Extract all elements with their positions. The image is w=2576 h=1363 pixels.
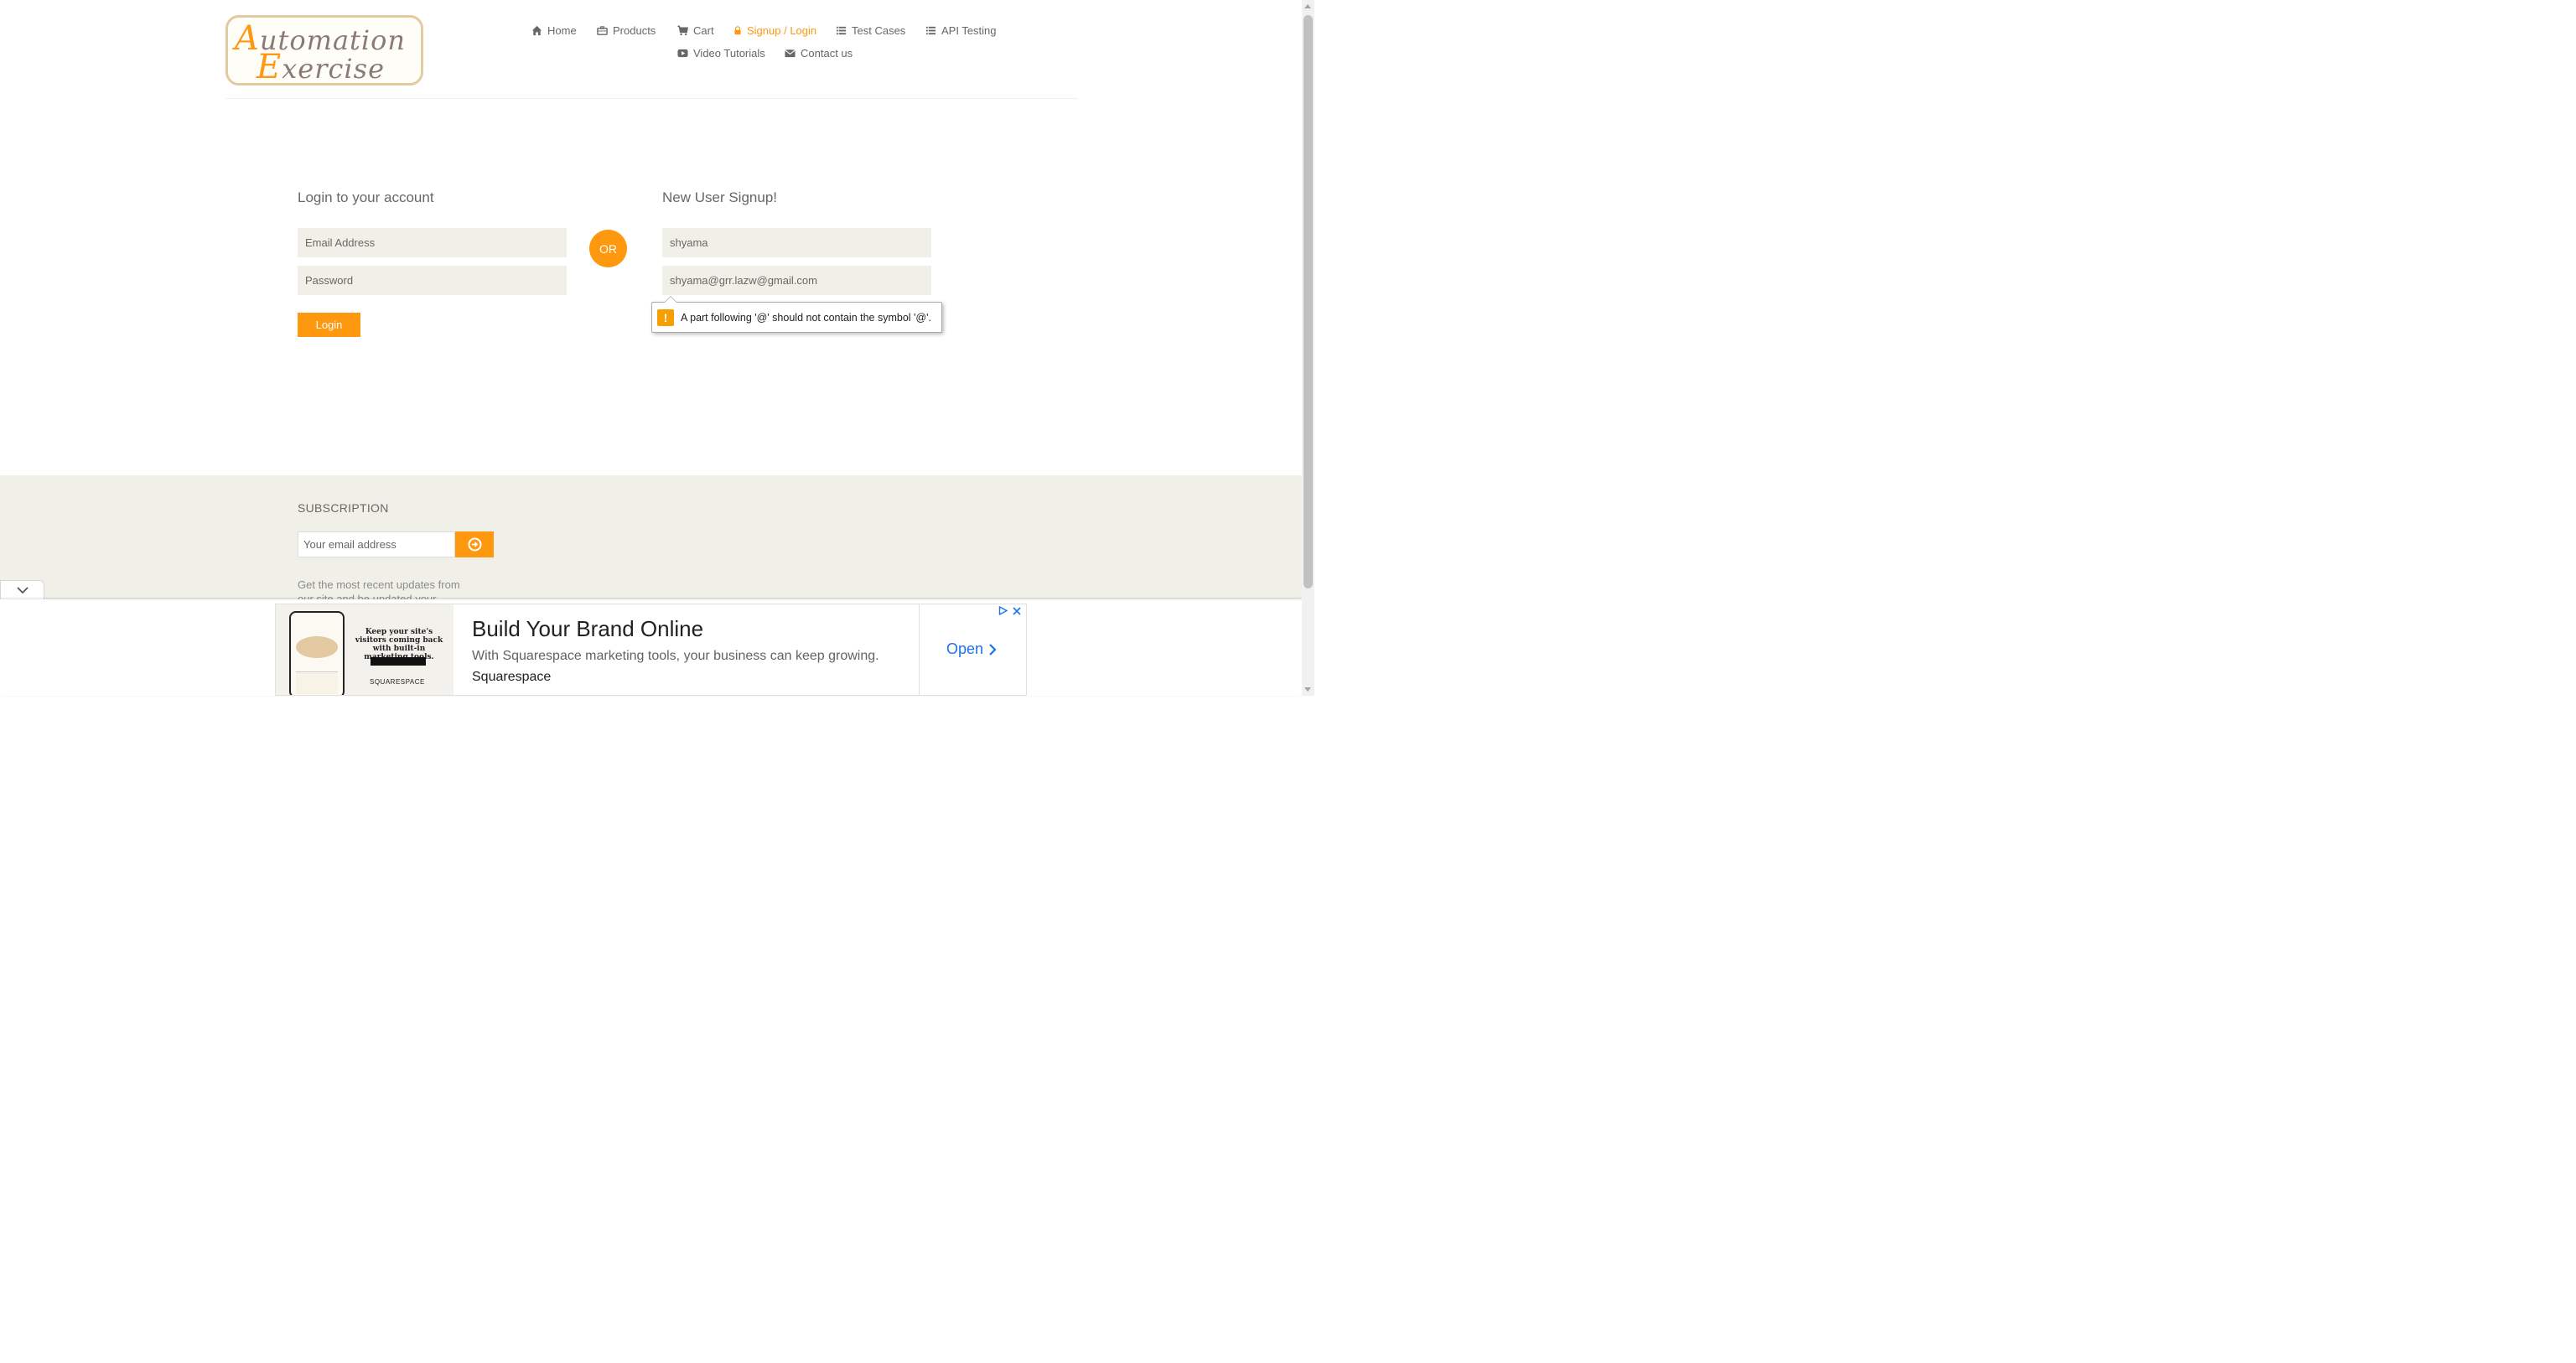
chevron-down-icon [16, 587, 29, 594]
logo-word-exercise: Exercise [257, 48, 385, 86]
ad-open-label: Open [946, 640, 984, 657]
subscribe-button[interactable] [455, 531, 494, 557]
site-logo[interactable]: Automation Exercise [225, 15, 423, 86]
nav-contact-us-label: Contact us [801, 47, 853, 60]
nav-test-cases[interactable]: Test Cases [836, 24, 905, 37]
login-email-input[interactable] [298, 228, 567, 257]
signup-name-input[interactable] [662, 228, 931, 257]
footer [0, 475, 1302, 599]
login-title: Login to your account [298, 189, 434, 205]
scroll-thumb[interactable] [1304, 15, 1313, 588]
subscription-email-input[interactable] [298, 531, 455, 557]
ad-open-button[interactable]: Open [946, 640, 997, 658]
nav-cart[interactable]: Cart [677, 24, 714, 37]
phone-mockup [289, 611, 345, 695]
briefcase-icon [597, 26, 608, 35]
signup-title: New User Signup! [662, 189, 778, 205]
nav-api-testing[interactable]: API Testing [925, 24, 997, 37]
ad-banner: Keep your site's visitors coming back wi… [0, 599, 1302, 696]
validation-message: A part following '@' should not contain … [681, 311, 931, 324]
nav-video-tutorials-label: Video Tutorials [693, 47, 765, 60]
nav-products[interactable]: Products [597, 24, 656, 37]
ad-image-brand: SQUARESPACE [370, 678, 425, 686]
home-icon [531, 25, 542, 36]
validation-tooltip: ! A part following '@' should not contai… [651, 296, 942, 333]
ad-choices[interactable] [998, 606, 1021, 615]
nav-contact-us[interactable]: Contact us [785, 47, 853, 60]
header-divider [225, 98, 1078, 99]
page-scrollbar[interactable] [1302, 0, 1314, 696]
login-password-input[interactable] [298, 266, 567, 295]
nav-video-tutorials[interactable]: Video Tutorials [677, 47, 765, 60]
lock-icon [734, 26, 741, 35]
list-icon [925, 26, 936, 35]
warning-icon: ! [657, 308, 674, 326]
nav-home-label: Home [547, 24, 577, 37]
signup-email-input[interactable] [662, 266, 931, 295]
nav-test-cases-label: Test Cases [852, 24, 906, 37]
nav-cart-label: Cart [693, 24, 714, 37]
ad-advertiser: Squarespace [472, 670, 552, 684]
cart-icon [677, 25, 688, 36]
adchoices-icon[interactable] [998, 606, 1008, 615]
youtube-play-icon [677, 49, 688, 58]
scroll-down-arrow[interactable] [1304, 687, 1311, 692]
scroll-up-arrow[interactable] [1304, 4, 1311, 8]
ad-creative[interactable]: Keep your site's visitors coming back wi… [275, 604, 1027, 696]
or-divider-badge: OR [589, 230, 627, 267]
list-icon [836, 26, 847, 35]
nav-signup-login-label: Signup / Login [747, 24, 817, 37]
chevron-right-icon [989, 643, 997, 656]
ad-title[interactable]: Build Your Brand Online [472, 616, 703, 642]
ad-collapse-toggle[interactable] [0, 580, 44, 600]
ad-description: With Squarespace marketing tools, your b… [472, 649, 879, 663]
nav-signup-login[interactable]: Signup / Login [733, 24, 816, 37]
login-button[interactable]: Login [298, 313, 360, 337]
close-ad-icon[interactable] [1013, 606, 1021, 615]
nav-home[interactable]: Home [531, 24, 577, 37]
ad-divider [919, 604, 920, 695]
envelope-icon [785, 49, 796, 58]
subscription-title: SUBSCRIPTION [298, 501, 389, 515]
ad-image-headline: Keep your site's visitors coming back wi… [355, 628, 443, 661]
nav-products-label: Products [613, 24, 656, 37]
nav-api-testing-label: API Testing [941, 24, 997, 37]
ad-image-button [371, 657, 426, 666]
ad-image: Keep your site's visitors coming back wi… [276, 604, 454, 695]
arrow-circle-right-icon [468, 537, 481, 552]
